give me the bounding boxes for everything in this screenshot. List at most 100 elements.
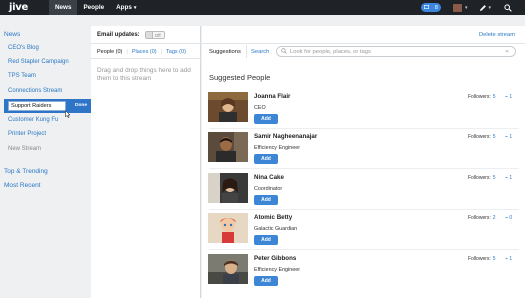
nav-apps[interactable]: Apps ▾: [110, 0, 142, 15]
trend-indicator[interactable]: ⌁ 1: [505, 175, 512, 181]
user-avatar[interactable]: [452, 3, 462, 12]
chevron-down-icon: ▾: [133, 4, 137, 11]
trend-icon: ⌁: [505, 256, 509, 262]
toggle-knob: [145, 32, 153, 38]
notification-count: 8: [434, 4, 438, 11]
followers-label: Followers:: [468, 215, 491, 221]
trend-number: 1: [509, 134, 513, 140]
toggle-state-label: Off: [154, 32, 161, 38]
notifications-button[interactable]: 8: [420, 3, 441, 12]
tab-places[interactable]: Places (0): [132, 49, 157, 55]
tab-search[interactable]: Search: [251, 49, 269, 55]
person-name[interactable]: Joanna Flair: [254, 93, 290, 100]
inbox-icon: [423, 4, 429, 11]
tab-divider: |: [160, 49, 163, 55]
tab-tags[interactable]: Tags (0): [166, 49, 186, 55]
person-photo[interactable]: [208, 213, 248, 243]
drop-hint-text: Drag and drop things here to add them to…: [97, 67, 191, 82]
trend-icon: ⌁: [505, 215, 509, 221]
nav-people[interactable]: People: [77, 0, 110, 15]
person-row: Peter Gibbons Efficiency Engineer Add Fo…: [202, 251, 525, 291]
section-title: Suggested People: [209, 73, 271, 82]
email-updates-label: Email updates:: [97, 32, 140, 38]
followers-label: Followers:: [468, 134, 491, 140]
trend-indicator[interactable]: ⌁ 1: [505, 256, 512, 262]
person-title: Efficiency Engineer: [254, 145, 301, 151]
followers-number[interactable]: 2: [493, 215, 496, 221]
sidebar-item-most-recent[interactable]: Most Recent: [4, 182, 41, 189]
person-row: Nina Cake Coordinator Add Followers: 5 ⌁ …: [202, 170, 525, 210]
add-button[interactable]: Add: [254, 235, 278, 245]
trend-indicator[interactable]: ⌁ 1: [505, 94, 512, 100]
followers-number[interactable]: 5: [493, 94, 496, 100]
person-row: Joanna Flair CEO Add Followers: 5 ⌁ 1: [202, 89, 525, 129]
row-divider: [209, 168, 519, 169]
chevron-down-icon[interactable]: ▾: [465, 5, 468, 11]
tab-divider: |: [126, 49, 128, 55]
chevron-down-icon: ▾: [488, 4, 491, 11]
sidebar-item-news[interactable]: News: [4, 31, 20, 38]
sidebar-item-red-stapler-campaign[interactable]: Red Stapler Campaign: [8, 59, 69, 65]
person-name[interactable]: Samir Nagheenanajar: [254, 133, 317, 140]
nav-people-label: People: [83, 4, 105, 11]
followers-count: Followers: 5: [468, 256, 496, 262]
sidebar-item-ceos-blog[interactable]: CEO's Blog: [8, 45, 39, 51]
tab-suggestions[interactable]: Suggestions: [209, 49, 241, 55]
person-name[interactable]: Peter Gibbons: [254, 255, 296, 262]
email-updates-row: Email updates: Off: [97, 31, 165, 39]
mouse-cursor-icon: [65, 109, 71, 120]
add-button[interactable]: Add: [254, 114, 278, 124]
person-row: Atomic Betty Galactic Guardian Add Follo…: [202, 210, 525, 250]
followers-count: Followers: 5: [468, 94, 496, 100]
sidebar-item-new-stream[interactable]: New Stream: [8, 146, 41, 152]
trend-icon: ⌁: [505, 134, 509, 140]
person-photo[interactable]: [208, 173, 248, 203]
followers-label: Followers:: [468, 94, 491, 100]
stream-tabs: People (0) | Places (0) | Tags (0): [97, 49, 190, 55]
search-icon: [281, 47, 287, 56]
person-title: Coordinator: [254, 186, 283, 192]
email-updates-toggle[interactable]: Off: [144, 31, 165, 39]
trend-indicator[interactable]: ⌁ 1: [505, 134, 512, 140]
person-photo[interactable]: [208, 254, 248, 284]
row-divider: [209, 249, 519, 250]
person-photo[interactable]: [208, 132, 248, 162]
person-name[interactable]: Atomic Betty: [254, 214, 292, 221]
nav-news-label: News: [55, 4, 72, 11]
trend-icon: ⌁: [505, 94, 509, 100]
trend-number: 1: [509, 256, 513, 262]
followers-number[interactable]: 5: [493, 175, 496, 181]
done-button[interactable]: Done: [75, 103, 87, 108]
divider: [246, 45, 247, 58]
search-icon[interactable]: [504, 3, 512, 12]
stream-name-input[interactable]: [8, 101, 66, 111]
delete-stream-link[interactable]: Delete stream: [479, 32, 515, 38]
sidebar-item-printer-project[interactable]: Printer Project: [8, 131, 46, 137]
add-button[interactable]: Add: [254, 276, 278, 286]
followers-number[interactable]: 5: [493, 134, 496, 140]
close-icon[interactable]: ✕: [505, 49, 509, 55]
stream-rename-row: Done: [4, 99, 91, 113]
trend-number: 1: [509, 94, 513, 100]
add-button[interactable]: Add: [254, 154, 278, 164]
followers-number[interactable]: 5: [493, 256, 496, 262]
sidebar-item-customer-kung-fu[interactable]: Customer Kung Fu: [8, 117, 58, 123]
person-title: CEO: [254, 105, 266, 111]
search-input[interactable]: [290, 47, 505, 56]
pencil-icon[interactable]: ▾: [479, 4, 491, 12]
sidebar-item-top-trending[interactable]: Top & Trending: [4, 168, 48, 175]
trend-indicator[interactable]: ⌁ 0: [505, 215, 512, 221]
nav-news[interactable]: News: [49, 0, 78, 15]
divider: [91, 43, 525, 44]
stream-sidebar: [0, 15, 91, 298]
jive-logo[interactable]: jive: [9, 2, 49, 13]
sidebar-item-tps-team[interactable]: TPS Team: [8, 73, 36, 79]
sidebar-item-connections-stream[interactable]: Connections Stream: [8, 88, 62, 94]
tab-people[interactable]: People (0): [97, 49, 122, 55]
trend-icon: ⌁: [505, 175, 509, 181]
person-photo[interactable]: [208, 92, 248, 122]
divider: [91, 58, 201, 59]
trend-number: 1: [509, 175, 513, 181]
person-name[interactable]: Nina Cake: [254, 174, 284, 181]
add-button[interactable]: Add: [254, 195, 278, 205]
